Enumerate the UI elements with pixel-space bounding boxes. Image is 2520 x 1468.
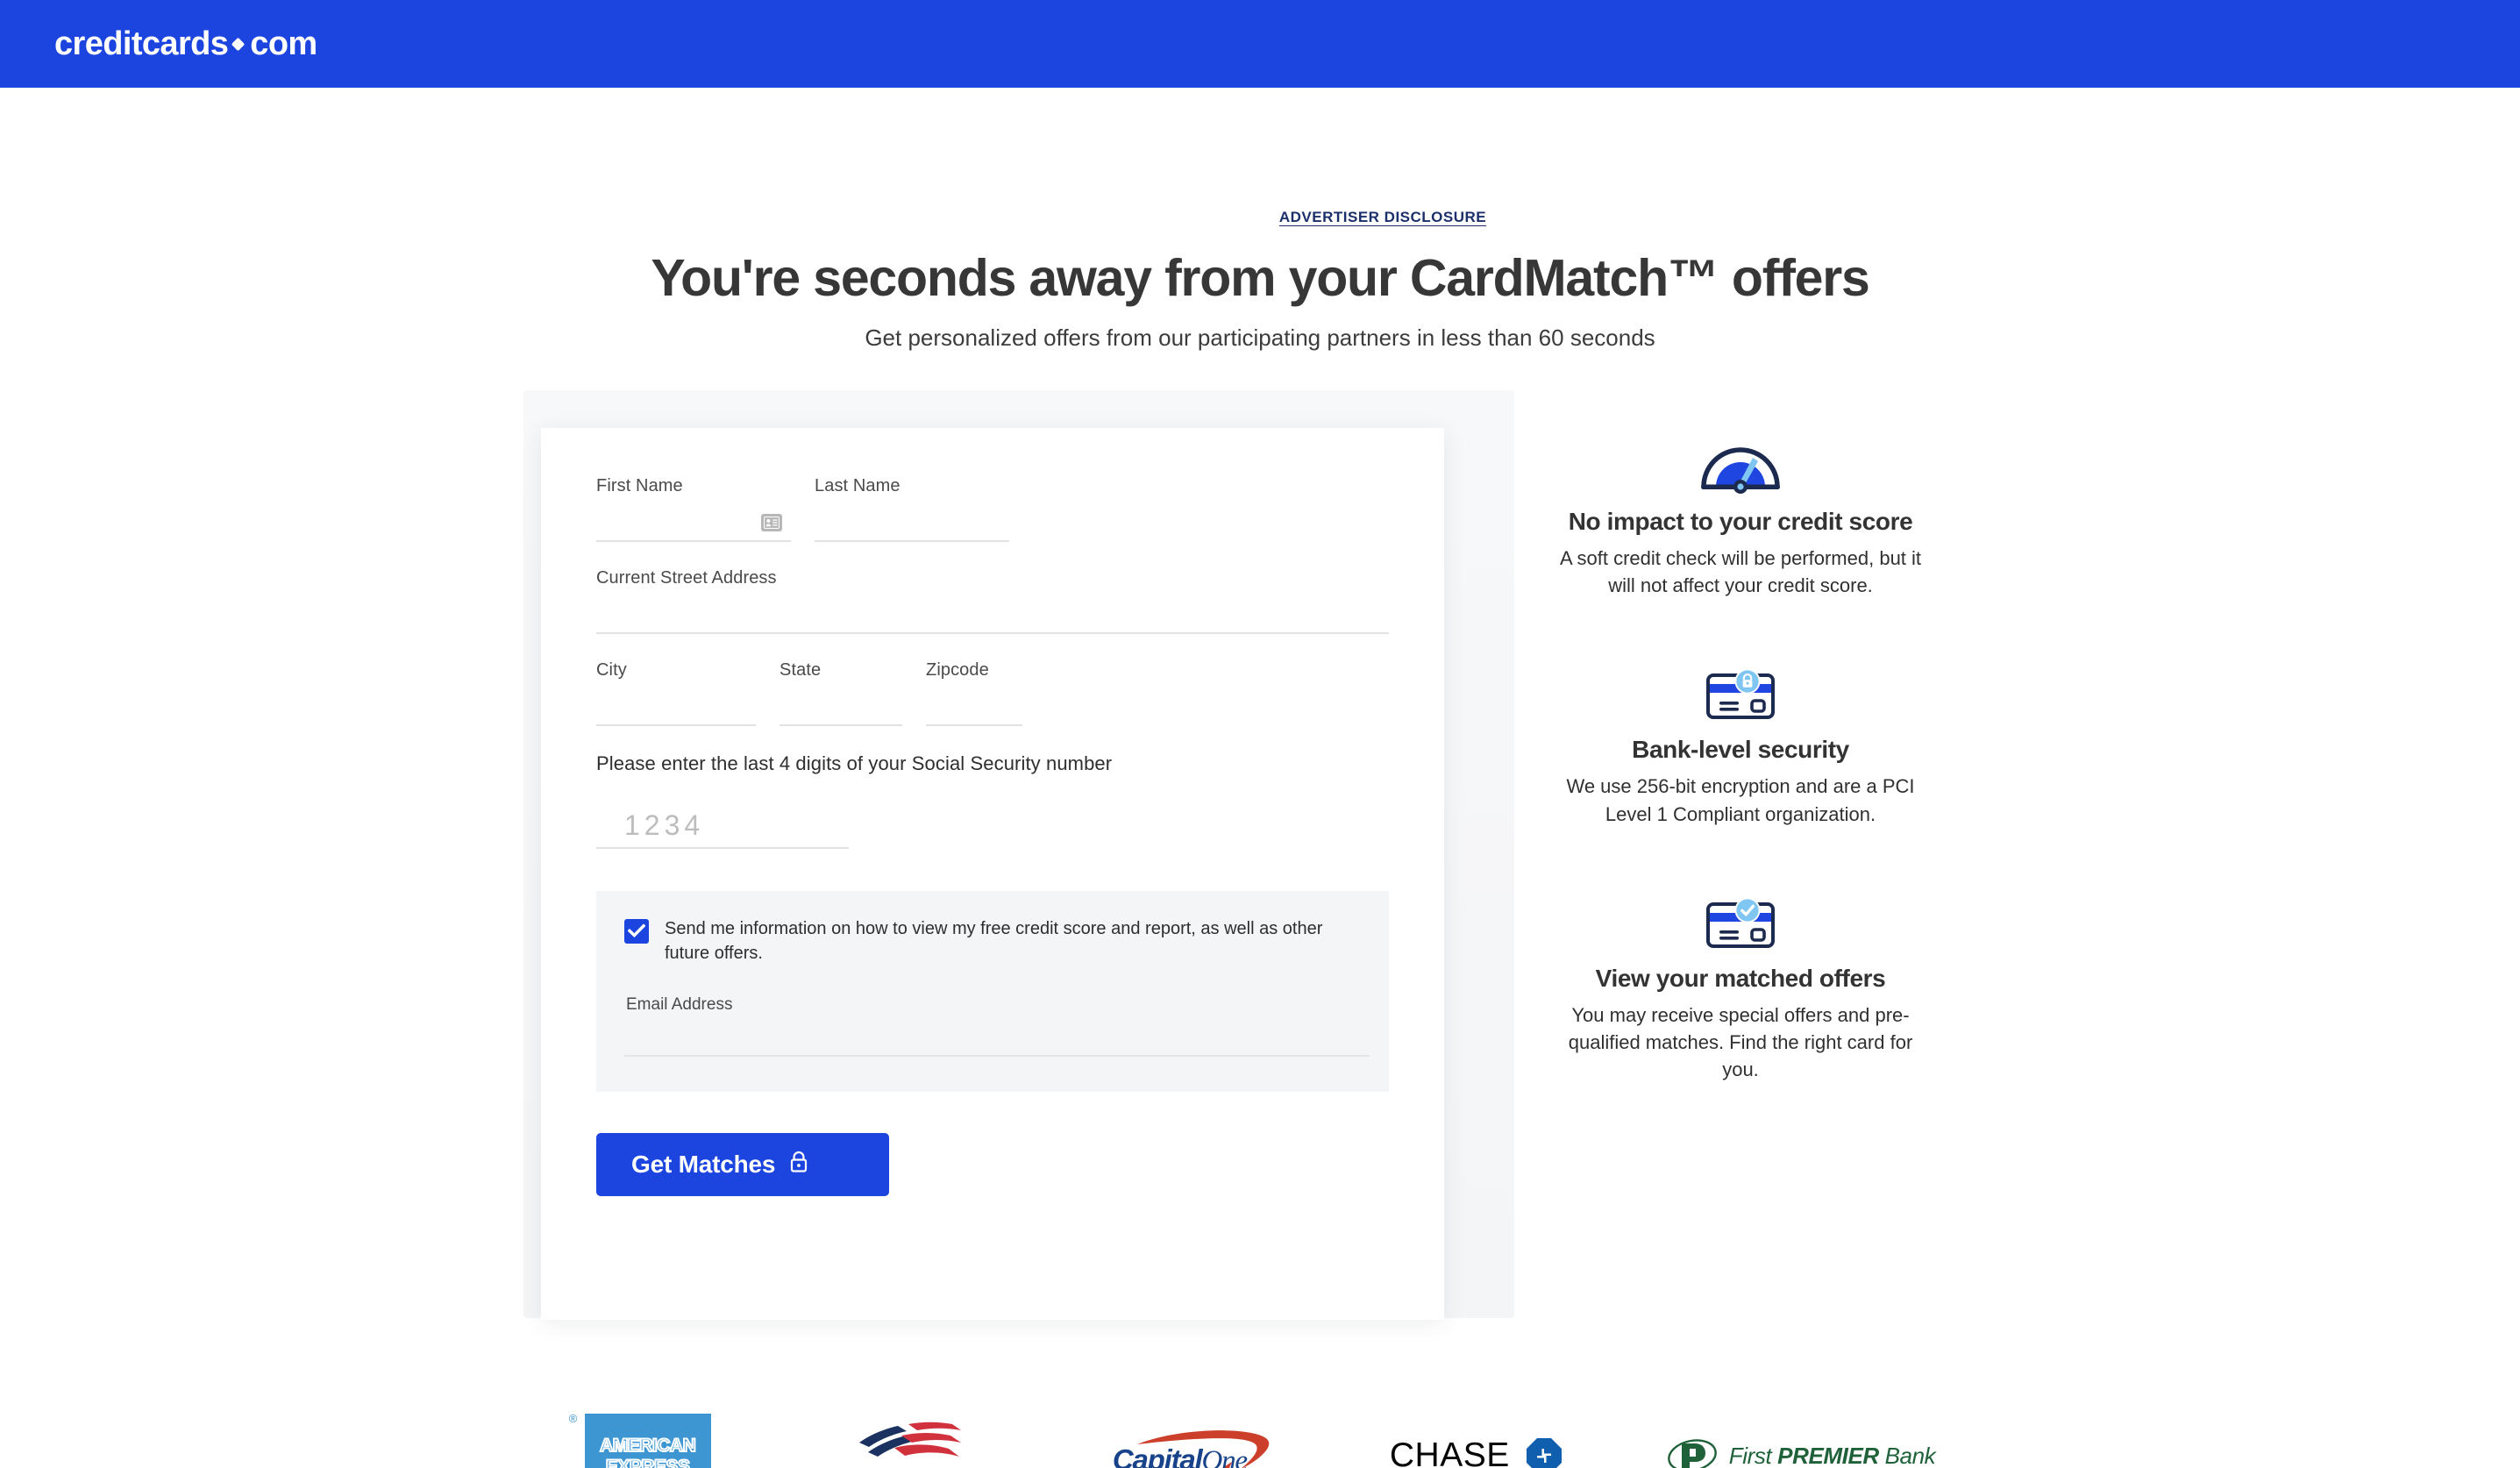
premier-text-premier: PREMIER xyxy=(1777,1442,1879,1468)
chase-octagon-icon xyxy=(1526,1438,1562,1468)
benefit-body: You may receive special offers and pre-q… xyxy=(1568,1003,1913,1081)
benefit-no-impact: No impact to your credit score A soft cr… xyxy=(1552,425,1929,599)
premier-text-first: First xyxy=(1728,1442,1778,1468)
contact-card-icon[interactable] xyxy=(761,514,782,531)
brand-logo[interactable]: creditcards com xyxy=(54,25,317,63)
partner-logo-first-premier: First PREMIER Bank xyxy=(1666,1403,1936,1468)
partner-logo-bank-of-america: BANK OF AMERICA xyxy=(813,1403,1011,1468)
lock-icon xyxy=(789,1151,808,1179)
ssn-block: Please enter the last 4 digits of your S… xyxy=(596,752,1389,849)
state-input[interactable] xyxy=(779,688,902,726)
capone-text-capital: Capital xyxy=(1112,1443,1203,1468)
ssn-last4-input[interactable] xyxy=(596,809,849,849)
city-input[interactable] xyxy=(596,688,756,726)
premier-logo-text: First PREMIER Bank xyxy=(1729,1443,1936,1468)
city-state-zip-row: City State Zipcode xyxy=(596,660,1389,726)
partner-logos: ® AMERICAN EXPRESS BANK OF AMERICA xyxy=(0,1403,2520,1468)
street-address-field: Current Street Address xyxy=(596,568,1389,634)
brand-logo-text-primary: creditcards xyxy=(54,25,229,62)
city-field: City xyxy=(596,660,756,726)
disclosure-row: ADVERTISER DISCLOSURE xyxy=(0,209,2520,226)
diamond-icon xyxy=(231,37,246,51)
site-header: creditcards com xyxy=(0,0,2520,88)
premier-p-icon xyxy=(1667,1439,1717,1468)
credit-card-lock-icon xyxy=(1552,653,1929,722)
email-input[interactable] xyxy=(624,1020,1370,1058)
capone-logo-text: CapitalOne xyxy=(1112,1443,1249,1468)
amex-line-1: AMERICAN xyxy=(599,1435,697,1456)
last-name-input[interactable] xyxy=(815,503,1009,542)
page-subtitle: Get personalized offers from our partici… xyxy=(865,324,1655,351)
credit-card-check-icon xyxy=(1552,882,1929,951)
hero-section: You're seconds away from your CardMatch™… xyxy=(0,249,2520,352)
benefit-title: No impact to your credit score xyxy=(1568,508,1913,535)
benefit-matched-offers: View your matched offers You may receive… xyxy=(1552,882,1929,1084)
premier-text-bank: Bank xyxy=(1878,1442,1936,1468)
benefit-body: We use 256-bit encryption and are a PCI … xyxy=(1566,775,1915,825)
amex-line-2: EXPRESS xyxy=(605,1456,691,1468)
cardmatch-form-card: First Name Last Name Current Street Addr… xyxy=(541,428,1444,1320)
premier-logo-mark: First PREMIER Bank xyxy=(1666,1435,1936,1468)
zipcode-input[interactable] xyxy=(926,688,1022,726)
address-field-row: Current Street Address xyxy=(596,568,1389,634)
optin-label: Send me information on how to view my fr… xyxy=(665,919,1323,963)
first-name-field: First Name xyxy=(596,476,791,542)
capone-logo-mark: CapitalOne xyxy=(1113,1425,1288,1468)
optin-box: Send me information on how to view my fr… xyxy=(596,891,1389,1093)
last-name-label: Last Name xyxy=(815,476,901,495)
partner-logo-chase: CHASE xyxy=(1390,1403,1564,1468)
capone-text-one: One xyxy=(1201,1445,1249,1468)
page-body: ADVERTISER DISCLOSURE You're seconds awa… xyxy=(0,88,2520,1468)
state-field: State xyxy=(779,660,902,726)
page-title: You're seconds away from your CardMatch™… xyxy=(651,249,1869,307)
chase-logo-mark: CHASE xyxy=(1390,1436,1564,1468)
get-matches-label: Get Matches xyxy=(631,1151,776,1179)
brand-logo-text-secondary: com xyxy=(250,25,317,62)
speedometer-icon xyxy=(1552,425,1929,494)
advertiser-disclosure-link[interactable]: ADVERTISER DISCLOSURE xyxy=(1279,209,1486,226)
city-label: City xyxy=(596,660,627,680)
optin-row: Send me information on how to view my fr… xyxy=(624,917,1361,966)
form-inner: First Name Last Name Current Street Addr… xyxy=(541,428,1444,1197)
ssn-prompt: Please enter the last 4 digits of your S… xyxy=(596,752,1113,774)
name-field-row: First Name Last Name xyxy=(596,476,1389,542)
benefit-body: A soft credit check will be performed, b… xyxy=(1559,547,1922,597)
amex-registered-mark: ® xyxy=(568,1412,578,1425)
optin-checkbox[interactable] xyxy=(624,919,649,944)
benefit-bank-security: Bank-level security We use 256-bit encry… xyxy=(1552,653,1929,827)
chase-logo-text: CHASE xyxy=(1389,1436,1510,1468)
boa-flagscape-icon xyxy=(858,1422,961,1457)
partner-logo-amex: ® AMERICAN EXPRESS xyxy=(569,1403,711,1468)
street-address-input[interactable] xyxy=(596,595,1389,634)
partner-logo-capital-one: CapitalOne xyxy=(1113,1403,1288,1468)
boa-logo-mark: BANK OF AMERICA xyxy=(813,1411,1011,1468)
get-matches-button[interactable]: Get Matches xyxy=(596,1133,889,1197)
first-name-label: First Name xyxy=(596,476,683,495)
benefit-title: Bank-level security xyxy=(1632,736,1849,764)
amex-logo-mark: ® AMERICAN EXPRESS xyxy=(569,1412,711,1468)
benefits-column: No impact to your credit score A soft cr… xyxy=(1552,425,1929,1138)
state-label: State xyxy=(779,660,822,680)
email-label: Email Address xyxy=(626,995,733,1015)
street-address-label: Current Street Address xyxy=(596,568,777,588)
benefit-title: View your matched offers xyxy=(1595,964,1886,992)
zipcode-field: Zipcode xyxy=(926,660,1022,726)
last-name-field: Last Name xyxy=(815,476,1009,542)
zipcode-label: Zipcode xyxy=(926,660,989,680)
